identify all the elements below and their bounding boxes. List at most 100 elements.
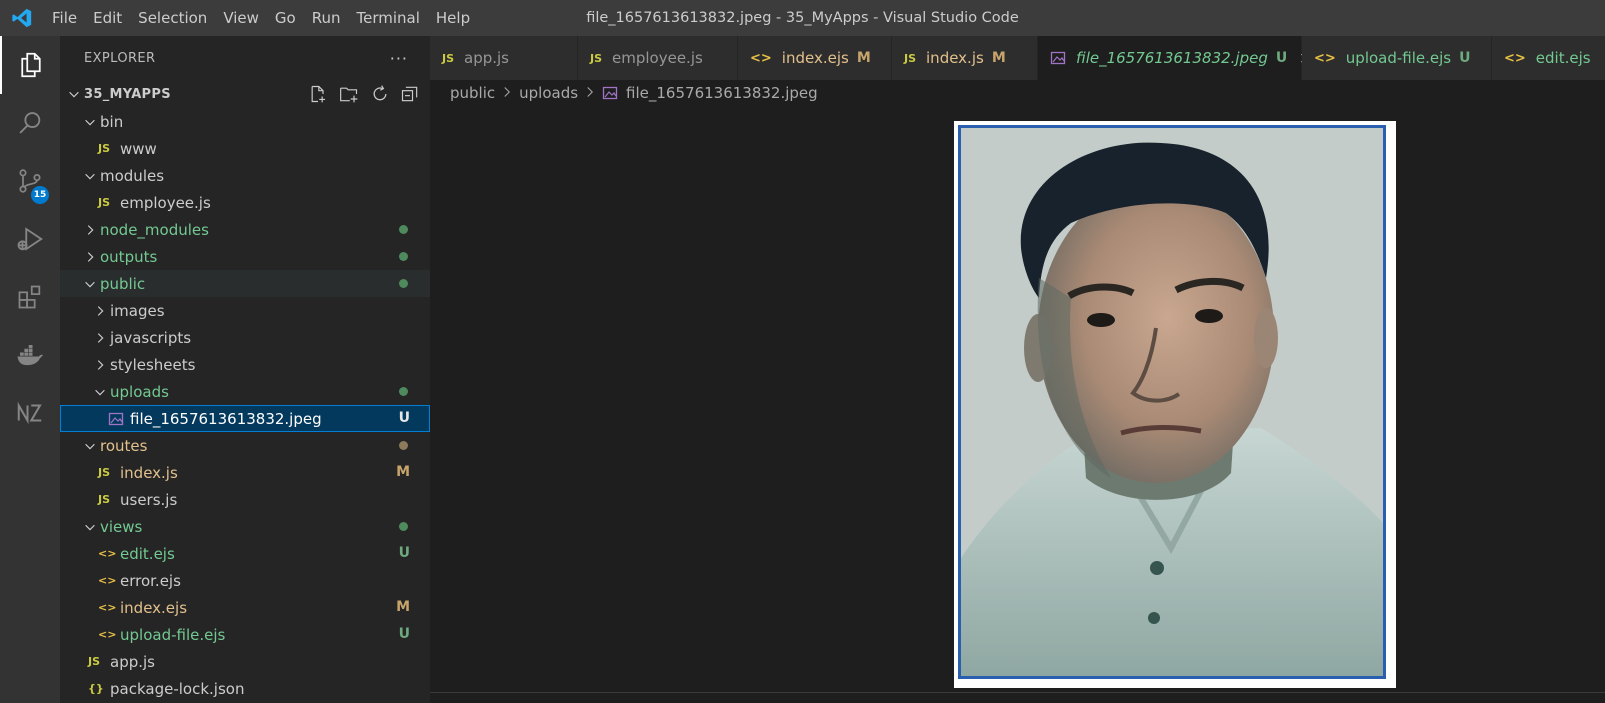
refresh-icon[interactable] bbox=[370, 84, 390, 104]
tab-index-ejs[interactable]: <> index.ejs M bbox=[738, 36, 892, 80]
explorer-sidebar: EXPLORER ··· 35_MYAPPS bin JS www modules JS… bbox=[60, 36, 430, 703]
explorer-files-icon[interactable] bbox=[0, 36, 60, 94]
run-debug-icon[interactable] bbox=[0, 210, 60, 268]
search-icon[interactable] bbox=[0, 94, 60, 152]
git-status-badge: M bbox=[396, 599, 410, 615]
git-status-dot-icon bbox=[399, 441, 408, 450]
menu-edit[interactable]: Edit bbox=[85, 0, 130, 36]
breadcrumb-separator-icon bbox=[584, 84, 596, 102]
js-file-icon: JS bbox=[98, 466, 111, 479]
tree-file-error-ejs[interactable]: <> error.ejs bbox=[60, 567, 430, 594]
tree-folder-outputs[interactable]: outputs bbox=[60, 243, 430, 270]
chevron-right-icon bbox=[80, 223, 100, 237]
tree-file-employee-js[interactable]: JS employee.js bbox=[60, 189, 430, 216]
tree-folder-images[interactable]: images bbox=[60, 297, 430, 324]
tab-index-js[interactable]: JS index.js M bbox=[892, 36, 1038, 80]
tree-folder-views[interactable]: views bbox=[60, 513, 430, 540]
tree-item-label: stylesheets bbox=[110, 355, 196, 374]
tree-folder-uploads[interactable]: uploads bbox=[60, 378, 430, 405]
tab-git-status: U bbox=[1275, 50, 1288, 66]
extensions-icon[interactable] bbox=[0, 268, 60, 326]
tab-git-status: U bbox=[1459, 50, 1471, 66]
tree-folder-stylesheets[interactable]: stylesheets bbox=[60, 351, 430, 378]
tab-employee-js[interactable]: JS employee.js bbox=[578, 36, 738, 80]
tab-upload-file-ejs[interactable]: <> upload-file.ejs U bbox=[1302, 36, 1492, 80]
tree-item-label: employee.js bbox=[120, 193, 211, 212]
tree-folder-public[interactable]: public bbox=[60, 270, 430, 297]
tab-git-status: M bbox=[991, 50, 1006, 66]
workspace-folder-header[interactable]: 35_MYAPPS bbox=[60, 80, 430, 108]
tree-item-label: upload-file.ejs bbox=[120, 625, 226, 644]
tree-folder-bin[interactable]: bin bbox=[60, 108, 430, 135]
menu-go[interactable]: Go bbox=[267, 0, 304, 36]
tree-folder-node-modules[interactable]: node_modules bbox=[60, 216, 430, 243]
ejs-file-icon: <> bbox=[98, 547, 117, 560]
tab-file-1657613613832-jpeg[interactable]: file_1657613613832.jpegU✕ bbox=[1038, 36, 1313, 80]
js-file-icon: JS bbox=[98, 196, 111, 209]
tree-file-users-js[interactable]: JS users.js bbox=[60, 486, 430, 513]
docker-icon[interactable] bbox=[0, 326, 60, 384]
explorer-title: EXPLORER bbox=[84, 50, 156, 66]
source-control-icon[interactable]: 15 bbox=[0, 152, 60, 210]
image-file-icon bbox=[108, 411, 130, 427]
tree-file-upload-file-ejs[interactable]: <> upload-file.ejs U bbox=[60, 621, 430, 648]
tree-item-label: edit.ejs bbox=[120, 544, 175, 563]
tree-file-www[interactable]: JS www bbox=[60, 135, 430, 162]
chevron-right-icon bbox=[90, 304, 110, 318]
collapse-all-icon[interactable] bbox=[400, 84, 420, 104]
menu-selection[interactable]: Selection bbox=[130, 0, 215, 36]
image-file-icon bbox=[602, 85, 618, 101]
new-folder-icon[interactable] bbox=[338, 84, 360, 104]
menu-terminal[interactable]: Terminal bbox=[349, 0, 428, 36]
breadcrumb-public[interactable]: public bbox=[450, 84, 495, 102]
breadcrumb-file[interactable]: file_1657613613832.jpeg bbox=[626, 84, 818, 102]
js-file-icon: JS bbox=[88, 655, 101, 668]
tab-label: employee.js bbox=[612, 49, 703, 67]
tree-item-label: modules bbox=[100, 166, 165, 185]
tree-item-label: outputs bbox=[100, 247, 158, 266]
chevron-right-icon bbox=[90, 358, 110, 372]
activity-bar: 15 bbox=[0, 36, 60, 703]
image-preview-editor bbox=[430, 106, 1605, 703]
explorer-header: EXPLORER ··· bbox=[60, 36, 430, 80]
tree-file-edit-ejs[interactable]: <> edit.ejs U bbox=[60, 540, 430, 567]
tab-app-js[interactable]: JS app.js bbox=[430, 36, 578, 80]
tree-folder-routes[interactable]: routes bbox=[60, 432, 430, 459]
more-actions-icon[interactable]: ··· bbox=[390, 49, 408, 68]
tree-item-label: users.js bbox=[120, 490, 178, 509]
tree-item-label: public bbox=[100, 274, 146, 293]
tree-item-label: images bbox=[110, 301, 165, 320]
tree-item-label: uploads bbox=[110, 382, 169, 401]
tree-file-package-lock-json[interactable]: {} package-lock.json bbox=[60, 675, 430, 702]
tree-item-label: index.ejs bbox=[120, 598, 188, 617]
git-status-badge: M bbox=[396, 464, 410, 480]
new-file-icon[interactable] bbox=[308, 84, 328, 104]
breadcrumb-separator-icon bbox=[501, 84, 513, 102]
breadcrumb-uploads[interactable]: uploads bbox=[519, 84, 578, 102]
menu-file[interactable]: File bbox=[44, 0, 85, 36]
tree-item-label: index.js bbox=[120, 463, 178, 482]
menu-view[interactable]: View bbox=[215, 0, 267, 36]
tree-item-label: www bbox=[120, 139, 157, 158]
tab-edit-ejs[interactable]: <> edit.ejs bbox=[1492, 36, 1605, 80]
tree-folder-javascripts[interactable]: javascripts bbox=[60, 324, 430, 351]
menu-help[interactable]: Help bbox=[428, 0, 478, 36]
source-control-badge: 15 bbox=[31, 186, 49, 204]
tree-folder-modules[interactable]: modules bbox=[60, 162, 430, 189]
tree-file-index-js[interactable]: JS index.js M bbox=[60, 459, 430, 486]
menu-run[interactable]: Run bbox=[304, 0, 349, 36]
tree-item-label: views bbox=[100, 517, 143, 536]
tree-item-label: javascripts bbox=[110, 328, 192, 347]
tree-file-app-js[interactable]: JS app.js bbox=[60, 648, 430, 675]
git-status-badge: U bbox=[398, 410, 410, 426]
menu-bar: File Edit Selection View Go Run Terminal Help bbox=[44, 0, 478, 36]
chevron-down-icon bbox=[80, 115, 100, 129]
tree-file-file-1657613613832-jpeg[interactable]: file_1657613613832.jpeg U bbox=[60, 405, 430, 432]
tab-label: file_1657613613832.jpeg bbox=[1076, 49, 1268, 67]
title-bar: File Edit Selection View Go Run Terminal Help f… bbox=[0, 0, 1605, 36]
nx-icon[interactable] bbox=[0, 384, 60, 442]
js-file-icon: JS bbox=[98, 493, 111, 506]
vscode-logo-icon bbox=[0, 0, 44, 36]
ejs-file-icon: <> bbox=[750, 50, 772, 66]
tree-file-index-ejs[interactable]: <> index.ejs M bbox=[60, 594, 430, 621]
